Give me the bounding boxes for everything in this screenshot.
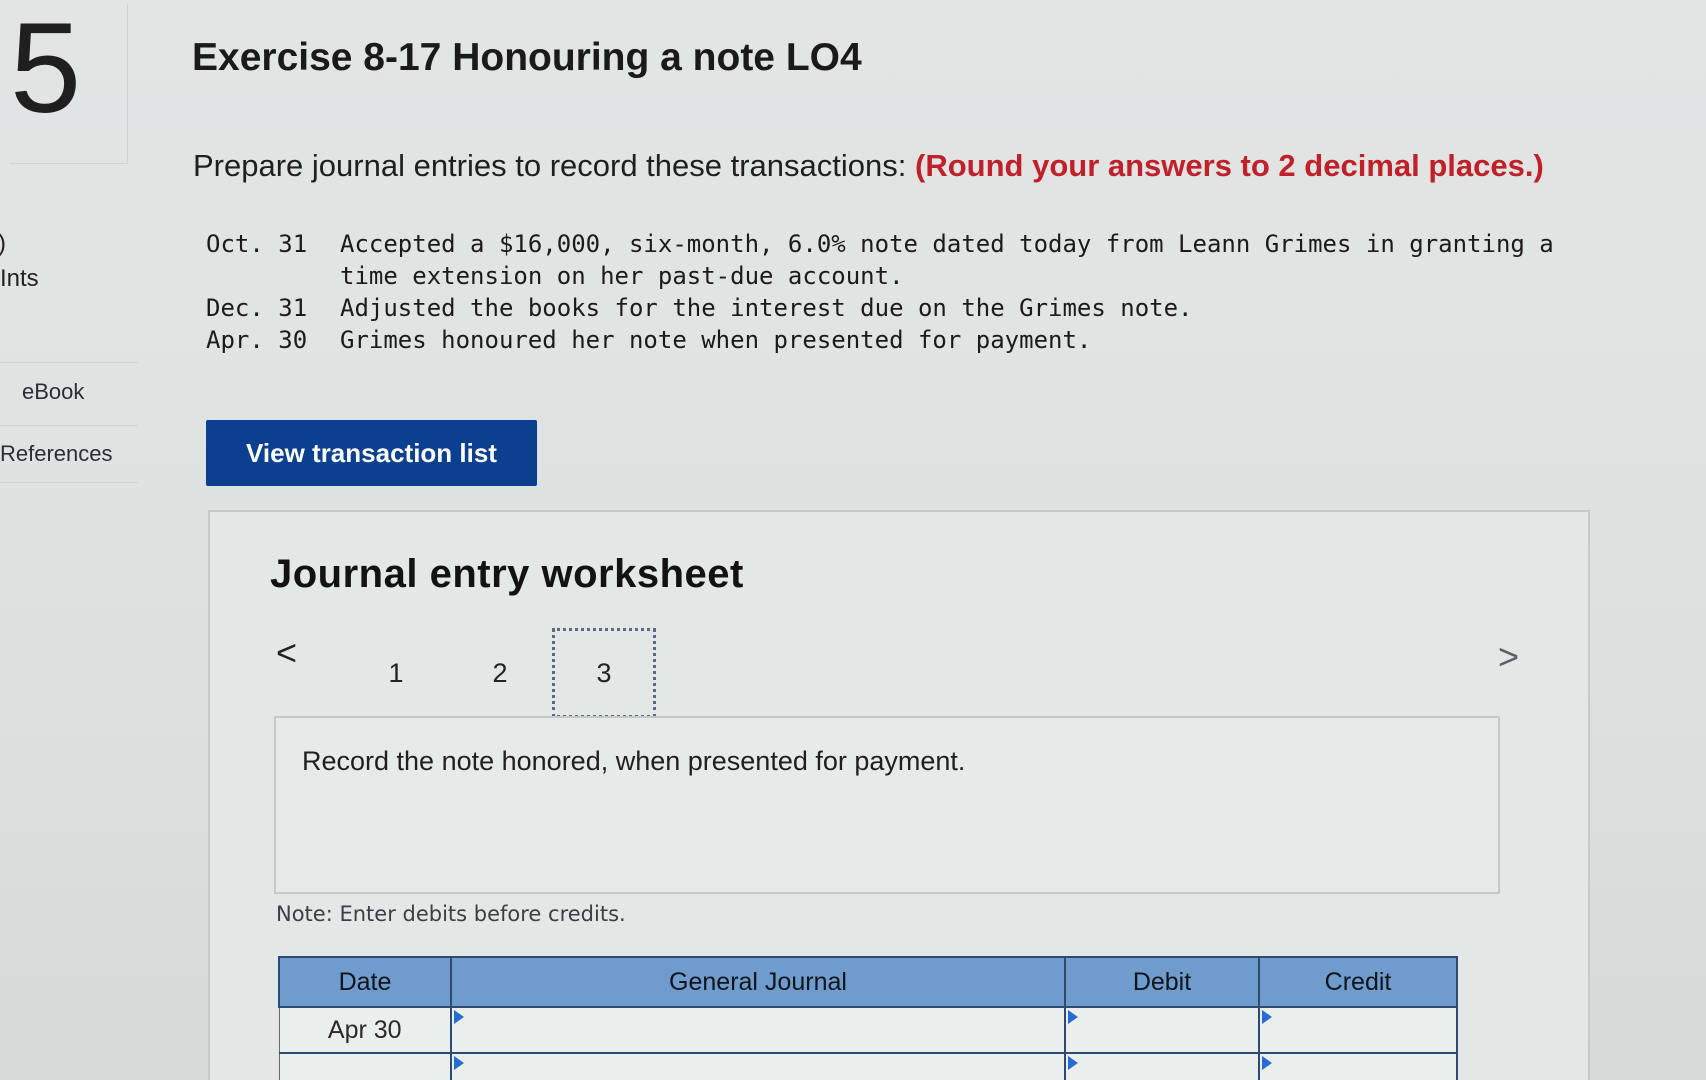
header-debit: Debit xyxy=(1064,956,1260,1008)
worksheet-title: Journal entry worksheet xyxy=(270,552,744,596)
view-transaction-list-button[interactable]: View transaction list xyxy=(206,420,537,486)
worksheet-tab-2[interactable]: 2 xyxy=(448,628,552,718)
credit-cell[interactable] xyxy=(1258,1052,1458,1080)
question-number: 5 xyxy=(10,4,128,164)
worksheet-instruction-box: Record the note honored, when presented … xyxy=(274,716,1500,894)
credit-input[interactable] xyxy=(1260,1054,1456,1080)
table-row xyxy=(278,1052,1458,1080)
account-cell[interactable] xyxy=(450,1052,1066,1080)
row-date: Apr 30 xyxy=(278,1006,452,1054)
references-label: References xyxy=(0,441,113,466)
page: 5 ) Ints eBook References Exercise 8-17 … xyxy=(0,0,1706,1080)
instructions: Prepare journal entries to record these … xyxy=(193,148,1544,184)
dropdown-flag-icon xyxy=(454,1056,464,1070)
points-mark: ) xyxy=(0,230,6,258)
dropdown-flag-icon xyxy=(454,1010,464,1024)
ebook-link[interactable]: eBook xyxy=(0,362,138,420)
left-rail: 5 ) Ints eBook References xyxy=(0,0,138,1080)
chevron-right-icon[interactable]: > xyxy=(1498,636,1519,678)
transaction-row: Apr. 30 Grimes honoured her note when pr… xyxy=(206,324,1610,356)
transaction-date: Oct. 31 xyxy=(206,230,308,258)
input-flag-icon xyxy=(1262,1010,1272,1024)
transactions-list: Oct. 31 Accepted a $16,000, six-month, 6… xyxy=(206,228,1610,356)
credit-input[interactable] xyxy=(1260,1008,1456,1052)
transaction-date: Apr. 30 xyxy=(206,326,308,354)
journal-entry-worksheet: Journal entry worksheet < 1 2 3 > Record… xyxy=(208,510,1590,1080)
transaction-date: Dec. 31 xyxy=(206,294,308,322)
header-credit: Credit xyxy=(1258,956,1458,1008)
account-cell[interactable] xyxy=(450,1006,1066,1054)
debit-cell[interactable] xyxy=(1064,1006,1260,1054)
rounding-emphasis: (Round your answers to 2 decimal places.… xyxy=(915,148,1544,183)
transaction-description: Adjusted the books for the interest due … xyxy=(340,294,1193,322)
debit-input[interactable] xyxy=(1066,1008,1258,1052)
debits-note: Note: Enter debits before credits. xyxy=(276,902,626,926)
references-link[interactable]: References xyxy=(0,425,138,483)
debit-cell[interactable] xyxy=(1064,1052,1260,1080)
points-label: Ints xyxy=(0,265,39,292)
transaction-row: Oct. 31 Accepted a $16,000, six-month, 6… xyxy=(206,228,1610,292)
chevron-left-icon[interactable]: < xyxy=(276,632,297,674)
header-date: Date xyxy=(278,956,452,1008)
row-date xyxy=(278,1052,452,1080)
journal-header-row: Date General Journal Debit Credit xyxy=(278,956,1458,1008)
journal-table: Date General Journal Debit Credit Apr 30 xyxy=(278,956,1458,1080)
worksheet-tab-3[interactable]: 3 xyxy=(552,628,656,718)
input-flag-icon xyxy=(1068,1056,1078,1070)
account-input[interactable] xyxy=(452,1054,1064,1080)
header-general-journal: General Journal xyxy=(450,956,1066,1008)
ebook-label: eBook xyxy=(22,378,85,404)
instructions-text: Prepare journal entries to record these … xyxy=(193,148,907,183)
table-row: Apr 30 xyxy=(278,1006,1458,1054)
input-flag-icon xyxy=(1068,1010,1078,1024)
worksheet-instruction: Record the note honored, when presented … xyxy=(302,746,966,776)
debit-input[interactable] xyxy=(1066,1054,1258,1080)
worksheet-tab-1[interactable]: 1 xyxy=(344,628,448,718)
page-title: Exercise 8-17 Honouring a note LO4 xyxy=(192,36,862,79)
credit-cell[interactable] xyxy=(1258,1006,1458,1054)
input-flag-icon xyxy=(1262,1056,1272,1070)
transaction-row: Dec. 31 Adjusted the books for the inter… xyxy=(206,292,1610,324)
account-input[interactable] xyxy=(452,1008,1064,1052)
transaction-description: Grimes honoured her note when presented … xyxy=(340,326,1092,354)
transaction-description: Accepted a $16,000, six-month, 6.0% note… xyxy=(340,230,1554,290)
